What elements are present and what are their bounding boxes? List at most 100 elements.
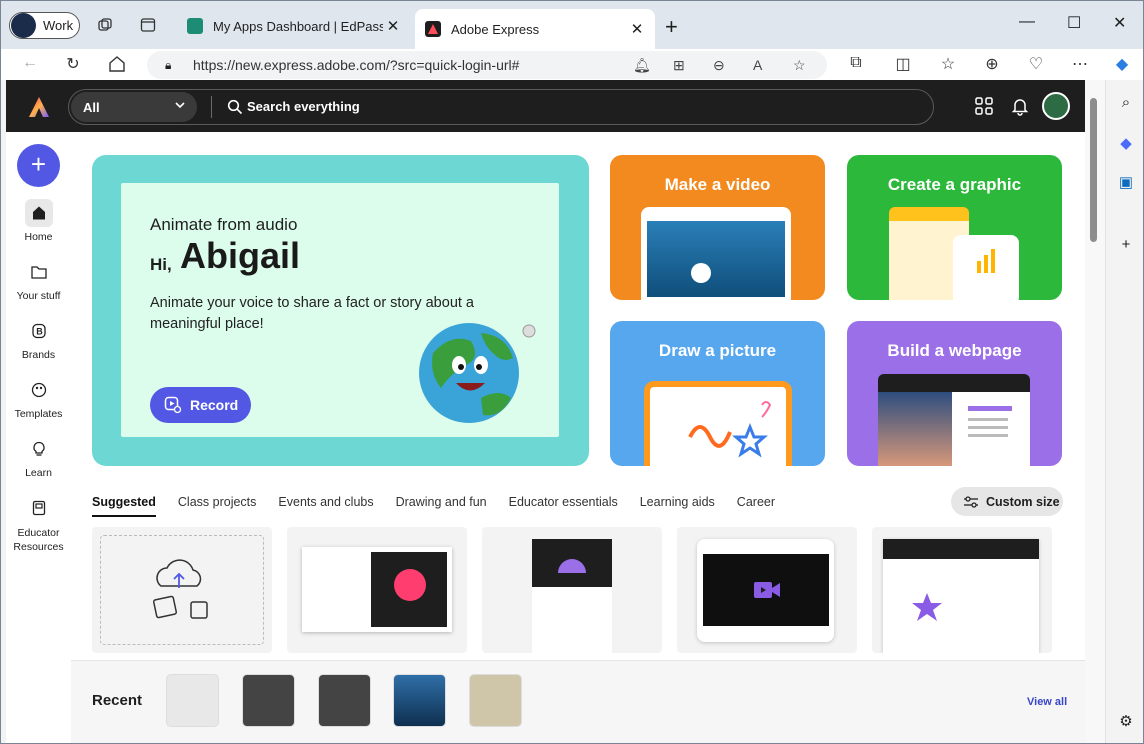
back-icon[interactable]: ← (20, 54, 40, 74)
sliders-icon (964, 496, 978, 508)
add-sidebar-icon[interactable]: + (1117, 236, 1135, 254)
category-tabs: Suggested Class projects Events and club… (92, 495, 797, 517)
search-icon[interactable]: ⌕ (1117, 94, 1135, 112)
tab-suggested[interactable]: Suggested (92, 495, 156, 517)
template-tile-presentation[interactable] (287, 527, 467, 653)
search-placeholder[interactable]: Search everything (247, 99, 360, 114)
template-tile-video[interactable] (677, 527, 857, 653)
nav-label: Educator Resources (13, 527, 64, 553)
recent-thumbnail[interactable] (469, 674, 522, 727)
maximize-button[interactable]: ☐ (1067, 13, 1081, 33)
user-avatar[interactable] (1042, 92, 1070, 120)
adobe-express-page: All Search everything + Home Your stuff (6, 80, 1085, 743)
lightbulb-icon (32, 441, 45, 456)
folder-icon (30, 266, 47, 279)
minimize-button[interactable]: — (1019, 13, 1035, 31)
copilot-icon[interactable]: ◆ (1112, 54, 1132, 74)
tab-title: My Apps Dashboard | EdPass - Ed (213, 18, 383, 34)
recent-thumbnail[interactable] (393, 674, 446, 727)
notifications-bell-icon[interactable] (1010, 96, 1030, 116)
nav-item-home[interactable]: Home (6, 199, 71, 243)
tab-events-and-clubs[interactable]: Events and clubs (278, 495, 373, 517)
copilot-sidebar-icon[interactable]: ◆ (1117, 134, 1135, 152)
templates-icon (31, 382, 46, 398)
refresh-icon[interactable]: ↻ (63, 54, 83, 74)
page-scrollbar[interactable] (1085, 80, 1105, 743)
profile-label: Work (43, 18, 74, 33)
scope-dropdown[interactable]: All (71, 92, 197, 122)
search-divider (211, 96, 212, 118)
nav-item-learn[interactable]: Learn (6, 435, 71, 479)
tab-learning-aids[interactable]: Learning aids (640, 495, 715, 517)
collections-icon[interactable]: ⊕ (982, 54, 1002, 74)
template-tile-upload[interactable] (92, 527, 272, 653)
nav-label: Your stuff (16, 290, 61, 302)
card-make-video[interactable]: Make a video (610, 155, 825, 300)
url-text[interactable]: https://new.express.adobe.com/?src=quick… (193, 57, 519, 73)
close-tab-icon[interactable]: ✕ (627, 20, 647, 38)
hero-banner[interactable]: Animate from audio Hi, Abigail Animate y… (92, 155, 589, 466)
recent-thumbnail[interactable] (166, 674, 219, 727)
search-bar[interactable]: All Search everything (68, 89, 934, 125)
recent-thumbnail[interactable] (318, 674, 371, 727)
record-button[interactable]: Record (150, 387, 251, 423)
profile-button[interactable]: Work (9, 12, 80, 39)
upload-cloud-icon (152, 559, 208, 619)
left-navigation: + Home Your stuff B Brands Templates Lea… (6, 132, 71, 743)
extensions-icon[interactable]: ⧉ (846, 54, 866, 74)
card-create-graphic[interactable]: Create a graphic (847, 155, 1062, 300)
tab-adobe-express[interactable]: Adobe Express ✕ (415, 9, 655, 49)
nav-label: Home (24, 231, 53, 243)
settings-gear-icon[interactable]: ⚙ (1117, 712, 1135, 730)
card-title: Make a video (664, 175, 771, 194)
nav-item-your-stuff[interactable]: Your stuff (6, 258, 71, 302)
new-tab-button[interactable]: + (665, 14, 678, 40)
nav-label: Brands (21, 349, 56, 361)
more-menu-icon[interactable]: ⋯ (1070, 54, 1090, 74)
edpass-favicon (187, 18, 203, 34)
video-camera-icon (754, 582, 780, 598)
recent-heading: Recent (92, 692, 143, 709)
template-tile-poster[interactable] (482, 527, 662, 653)
close-tab-icon[interactable]: ✕ (383, 17, 403, 35)
tab-career[interactable]: Career (737, 495, 775, 517)
outlook-icon[interactable]: ▣ (1117, 173, 1135, 191)
card-build-webpage[interactable]: Build a webpage (847, 321, 1062, 466)
view-all-link[interactable]: View all (1027, 696, 1067, 708)
split-screen-icon[interactable]: ◫ (893, 54, 913, 74)
card-title: Build a webpage (887, 341, 1022, 360)
favorite-star-icon[interactable]: ☆ (793, 57, 806, 74)
address-bar[interactable]: 🔒︎ https://new.express.adobe.com/?src=qu… (147, 51, 827, 79)
nav-item-educator-resources[interactable]: Educator Resources (6, 494, 71, 554)
recent-thumbnail[interactable] (242, 674, 295, 727)
close-window-button[interactable]: ✕ (1113, 13, 1126, 33)
scope-value: All (83, 99, 100, 115)
template-tile-webpage[interactable] (872, 527, 1052, 653)
scrollbar-thumb[interactable] (1090, 98, 1097, 242)
zoom-icon[interactable]: ⊖ (713, 57, 725, 74)
workspaces-icon[interactable] (97, 17, 113, 33)
adobe-express-logo[interactable] (28, 96, 50, 118)
app-available-icon[interactable]: ⊞ (673, 57, 685, 74)
home-icon[interactable] (108, 55, 126, 73)
browser-essentials-icon[interactable]: ♡ (1026, 54, 1046, 74)
adobe-express-favicon (425, 21, 441, 37)
tab-strip: Work My Apps Dashboard | EdPass - Ed ✕ A… (1, 1, 1143, 49)
card-draw-picture[interactable]: Draw a picture (610, 321, 825, 466)
tab-educator-essentials[interactable]: Educator essentials (509, 495, 618, 517)
nav-item-brands[interactable]: B Brands (6, 317, 71, 361)
apps-grid-icon[interactable] (974, 96, 994, 116)
tab-drawing-and-fun[interactable]: Drawing and fun (396, 495, 487, 517)
read-aloud-icon[interactable]: A (753, 57, 762, 73)
svg-text:B: B (36, 327, 43, 337)
tab-edpass[interactable]: My Apps Dashboard | EdPass - Ed ✕ (177, 9, 411, 43)
nav-item-templates[interactable]: Templates (6, 376, 71, 420)
tab-class-projects[interactable]: Class projects (178, 495, 257, 517)
create-button[interactable]: + (17, 144, 60, 187)
tab-actions-icon[interactable] (140, 17, 156, 33)
notification-permission-icon[interactable]: 🔔︎ (633, 57, 651, 74)
record-button-label: Record (190, 397, 239, 413)
favorites-icon[interactable]: ☆ (938, 54, 958, 74)
custom-size-button[interactable]: Custom size (951, 487, 1063, 516)
search-icon (227, 99, 243, 115)
